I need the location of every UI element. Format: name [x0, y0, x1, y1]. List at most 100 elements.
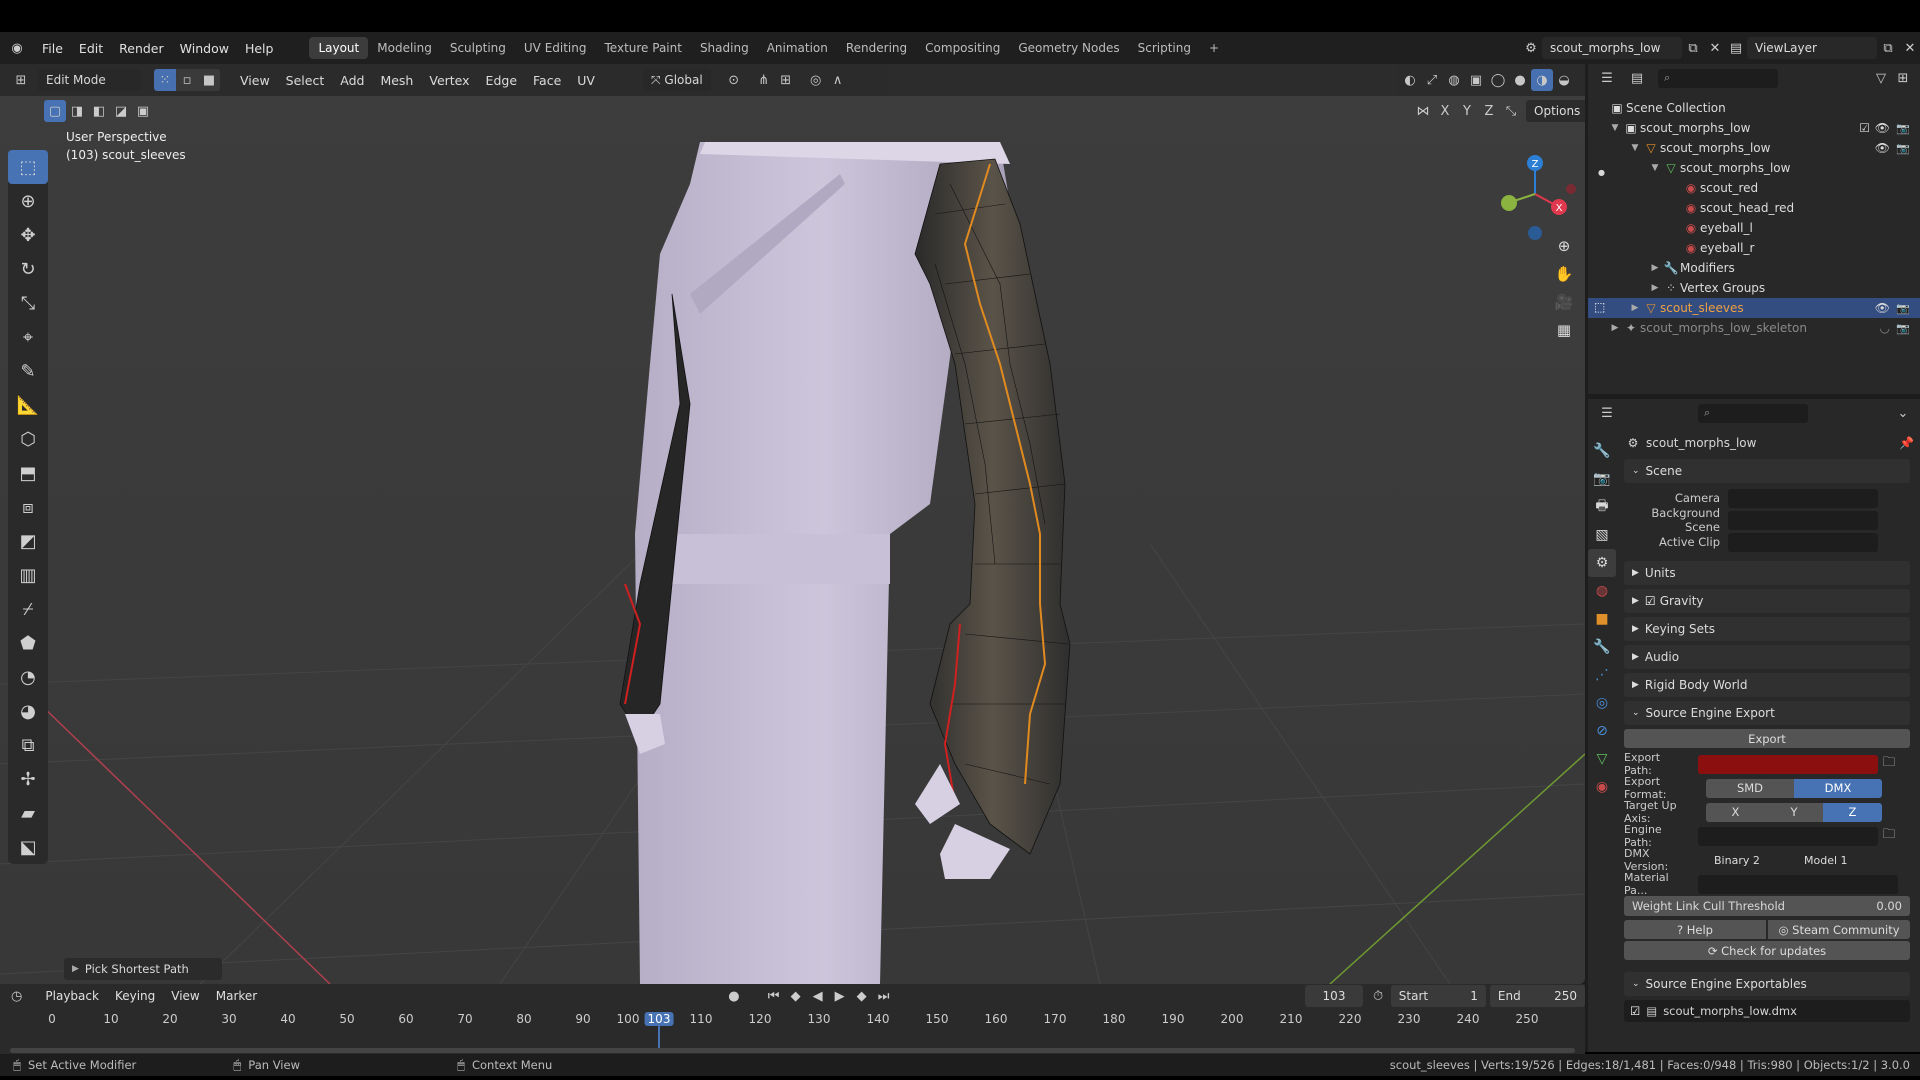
engine-path-field[interactable]	[1698, 826, 1878, 846]
smooth-icon[interactable]: ◕	[8, 694, 48, 728]
wireframe-shading-icon[interactable]: ◯	[1487, 69, 1509, 91]
knife-icon[interactable]: ⌿	[8, 592, 48, 626]
select-extend-icon[interactable]: ◨	[66, 100, 88, 122]
mirror-y-toggle[interactable]: Y	[1456, 100, 1478, 122]
viewlayer-name-field[interactable]: ViewLayer	[1747, 37, 1877, 59]
menu-help[interactable]: Help	[237, 41, 282, 56]
menu-file[interactable]: File	[34, 41, 71, 56]
export-button[interactable]: Export	[1624, 729, 1910, 748]
expand-arrow-icon[interactable]: ▶	[1648, 263, 1662, 273]
outliner-item-scout-morphs-low[interactable]: ▼ ▽ scout_morphs_low	[1588, 158, 1920, 178]
help-button[interactable]: ? Help	[1624, 920, 1766, 939]
viewport-menu-uv[interactable]: UV	[569, 73, 603, 88]
scene-name-field[interactable]: scout_morphs_low	[1542, 37, 1682, 59]
expand-arrow-icon[interactable]: ▼	[1648, 163, 1662, 173]
camera-field[interactable]	[1728, 488, 1878, 508]
rendered-shading-icon[interactable]: ◒	[1553, 69, 1575, 91]
edit-mode-object-icon[interactable]: ⬚	[1594, 300, 1605, 314]
viewport-menu-edge[interactable]: Edge	[478, 73, 525, 88]
camera-render-icon[interactable]: 📷	[1896, 122, 1910, 135]
add-cube-icon[interactable]: ⬡	[8, 422, 48, 456]
rotate-icon[interactable]: ↻	[8, 252, 48, 286]
mode-dropdown[interactable]: Edit Mode	[38, 69, 142, 91]
solid-shading-icon[interactable]: ●	[1509, 69, 1531, 91]
mirror-x-toggle[interactable]: X	[1434, 100, 1456, 122]
properties-options-icon[interactable]: ⌄	[1892, 402, 1914, 424]
up-axis-z-button[interactable]: Z	[1823, 802, 1882, 822]
source-exportables-header[interactable]: ⌄ Source Engine Exportables	[1624, 972, 1910, 996]
rip-icon[interactable]: ⬕	[8, 830, 48, 864]
active-clip-field[interactable]	[1728, 532, 1878, 552]
workspace-tab-modeling[interactable]: Modeling	[368, 37, 441, 59]
scale-icon[interactable]: ⤡	[8, 286, 48, 320]
gizmo-icon[interactable]: ⤢	[1421, 69, 1443, 91]
face-select-icon[interactable]: ■	[198, 69, 220, 91]
navigation-gizmo[interactable]: Z X	[1495, 152, 1585, 242]
copy-scene-icon[interactable]: ⧉	[1682, 37, 1704, 59]
outliner-item-scout-head-red[interactable]: ◉ scout_head_red	[1588, 198, 1920, 218]
viewport-menu-view[interactable]: View	[232, 73, 278, 88]
orthographic-grid-icon[interactable]: ▦	[1550, 316, 1578, 344]
editor-type-icon[interactable]: ⊞	[10, 69, 32, 91]
shrink-fatten-icon[interactable]: ✢	[8, 762, 48, 796]
pivot-icon[interactable]: ⊙	[723, 69, 745, 91]
snap-target-icon[interactable]: ⊞	[775, 69, 797, 91]
edge-select-icon[interactable]: ▫	[176, 69, 198, 91]
mirror-z-toggle[interactable]: Z	[1478, 100, 1500, 122]
close-scene-icon[interactable]: ✕	[1704, 37, 1726, 59]
dmx-model-dropdown[interactable]: Model 1	[1796, 849, 1882, 871]
workspace-tab-rendering[interactable]: Rendering	[837, 37, 916, 59]
expand-arrow-icon[interactable]: ▶	[1648, 283, 1662, 293]
gizmo-neg-x-handle[interactable]	[1566, 184, 1576, 194]
workspace-tab-shading[interactable]: Shading	[691, 37, 758, 59]
loop-cut-icon[interactable]: ▥	[8, 558, 48, 592]
viewport-menu-select[interactable]: Select	[278, 73, 333, 88]
check-updates-button[interactable]: ⟳ Check for updates	[1624, 941, 1910, 960]
up-axis-x-button[interactable]: X	[1706, 802, 1765, 822]
source-engine-export-header[interactable]: ⌄ Source Engine Export	[1624, 701, 1910, 725]
outliner-item-scout-morphs-low-skeleton[interactable]: ▶ ✦ scout_morphs_low_skeleton ◡ 📷	[1588, 318, 1920, 338]
workspace-tab-sculpting[interactable]: Sculpting	[441, 37, 515, 59]
expand-arrow-icon[interactable]: ▼	[1608, 123, 1622, 133]
eye-icon[interactable]: 👁	[1875, 121, 1890, 135]
select-subtract-icon[interactable]: ◧	[88, 100, 110, 122]
viewport-scene[interactable]	[0, 64, 1585, 984]
eye-icon[interactable]: 👁	[1875, 301, 1890, 315]
panel-audio[interactable]: ▶ Audio	[1624, 645, 1910, 669]
gizmo-y-handle[interactable]	[1501, 195, 1517, 211]
select-intersect-icon[interactable]: ▣	[132, 100, 154, 122]
viewlayer-selector[interactable]: ▤ ViewLayer ⧉ ✕	[1725, 37, 1920, 59]
dmx-binary-dropdown[interactable]: Binary 2	[1706, 849, 1792, 871]
blender-logo-icon[interactable]: ◉	[0, 37, 34, 59]
zoom-icon[interactable]: ⊕	[1550, 232, 1578, 260]
pan-hand-icon[interactable]: ✋	[1550, 260, 1578, 288]
cursor-icon[interactable]: ⊕	[8, 184, 48, 218]
camera-render-icon[interactable]: 📷	[1896, 302, 1910, 315]
workspace-tab-scripting[interactable]: Scripting	[1129, 37, 1200, 59]
panel-units[interactable]: ▶ Units	[1624, 561, 1910, 585]
timeline-scrollbar[interactable]	[10, 1048, 1575, 1053]
options-dropdown[interactable]: Options	[1526, 100, 1585, 122]
gizmo-neg-z-handle[interactable]	[1528, 226, 1542, 240]
panel-rigid-body-world[interactable]: ▶ Rigid Body World	[1624, 673, 1910, 697]
export-path-field[interactable]	[1698, 754, 1878, 774]
measure-icon[interactable]: 📐	[8, 388, 48, 422]
panel-gravity[interactable]: ▶ ☑ Gravity	[1624, 589, 1910, 613]
up-axis-y-button[interactable]: Y	[1765, 802, 1823, 822]
viewport-menu-add[interactable]: Add	[332, 73, 372, 88]
outliner-editor-type-icon[interactable]: ☰	[1596, 67, 1618, 89]
engine-path-folder-icon[interactable]: 🗀	[1878, 825, 1900, 847]
panel-keying-sets[interactable]: ▶ Keying Sets	[1624, 617, 1910, 641]
gravity-checkbox[interactable]: ☑	[1645, 594, 1656, 608]
outliner-item-vertex-groups[interactable]: ▶ ⁘ Vertex Groups	[1588, 278, 1920, 298]
add-workspace-button[interactable]: +	[1200, 37, 1228, 59]
copy-viewlayer-icon[interactable]: ⧉	[1877, 37, 1899, 59]
eye-icon[interactable]: 👁	[1875, 141, 1890, 155]
eye-hidden-icon[interactable]: ◡	[1880, 321, 1890, 335]
workspace-tab-texture-paint[interactable]: Texture Paint	[596, 37, 691, 59]
vertex-select-icon[interactable]: ⁙	[154, 69, 176, 91]
outliner-search-input[interactable]: ⌕	[1658, 68, 1778, 88]
pin-icon[interactable]: 📌	[1899, 436, 1914, 450]
viewport-menu-face[interactable]: Face	[525, 73, 569, 88]
background-scene-field[interactable]	[1728, 510, 1878, 530]
